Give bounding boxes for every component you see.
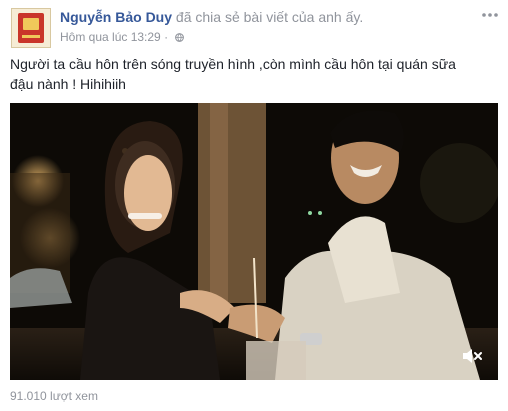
video-player[interactable] — [10, 103, 498, 380]
meta-separator: · — [160, 30, 172, 44]
speaker-muted-icon[interactable] — [462, 348, 482, 364]
post-text: Người ta cầu hôn trên sóng truyền hình ,… — [10, 56, 456, 92]
author-avatar[interactable] — [11, 8, 51, 48]
globe-icon[interactable] — [175, 33, 185, 42]
view-count: 91.010 lượt xem — [10, 389, 98, 403]
post-header: Nguyễn Bảo Duy đã chia sẻ bài viết của a… — [60, 9, 363, 25]
post-timestamp[interactable]: Hôm qua lúc 13:29 — [60, 30, 161, 44]
more-horizontal-icon[interactable] — [481, 10, 499, 20]
share-action-text: đã chia sẻ bài viết của anh ấy. — [172, 9, 364, 25]
post-meta: Hôm qua lúc 13:29 · — [60, 30, 185, 44]
avatar-logo-shape — [18, 13, 44, 43]
video-frame — [10, 103, 498, 380]
author-name-link[interactable]: Nguyễn Bảo Duy — [60, 9, 172, 25]
